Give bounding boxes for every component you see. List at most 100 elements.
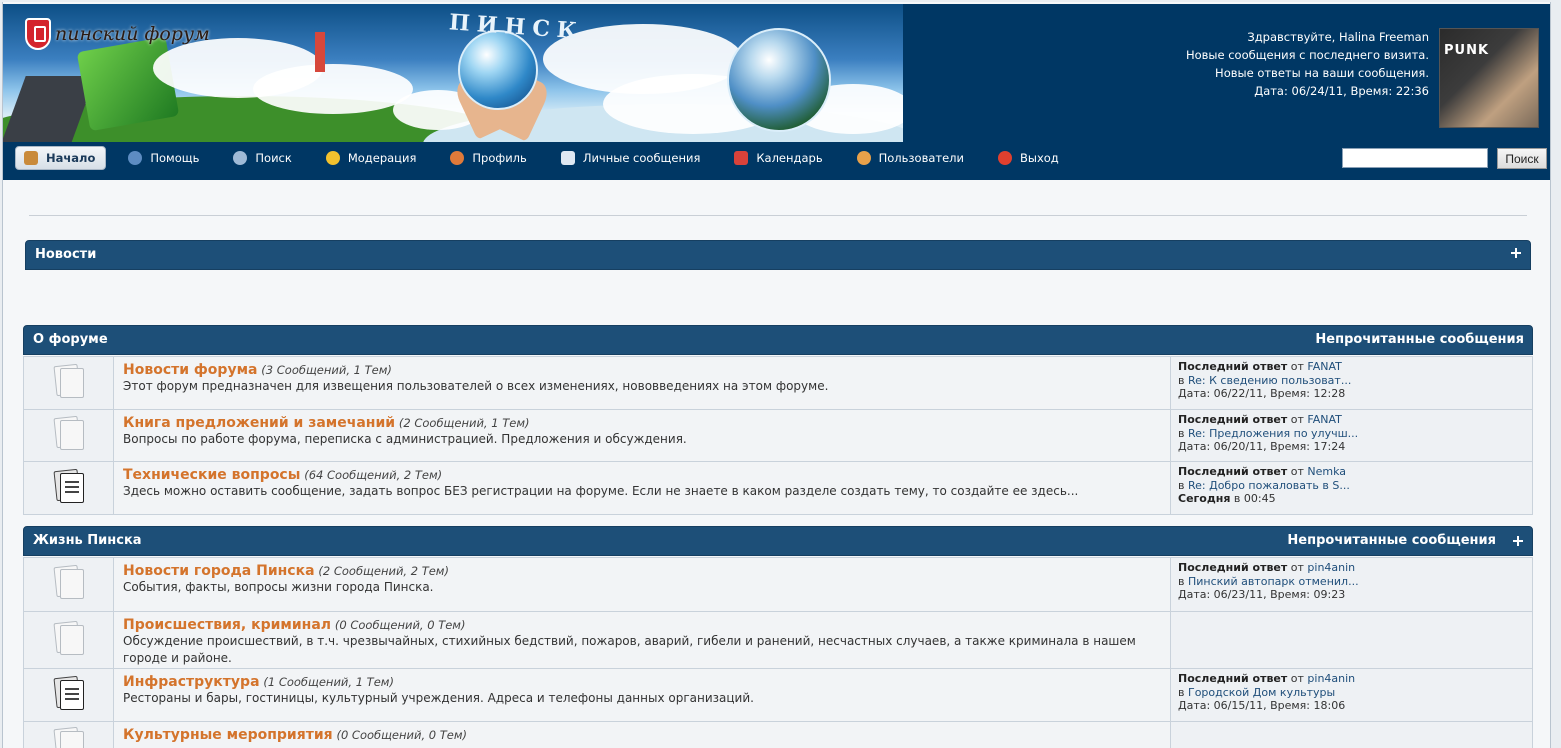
nav-item-mail[interactable]: Личные сообщения — [560, 146, 701, 170]
nav-item-search[interactable]: Поиск — [233, 146, 292, 170]
last-post-from: от — [1290, 561, 1304, 574]
last-post-in: в — [1178, 574, 1185, 588]
last-post-in: в — [1178, 426, 1185, 440]
nav-item-calendar[interactable]: Календарь — [734, 146, 823, 170]
board-name-link[interactable]: Книга предложений и замечаний — [123, 415, 395, 431]
board-stats: (64 Сообщений, 2 Тем) — [304, 468, 443, 482]
board-new-icon[interactable] — [52, 468, 85, 504]
category-title[interactable]: Жизнь Пинска — [33, 533, 142, 548]
board-new-icon[interactable] — [52, 675, 85, 711]
nav-item-label: Календарь — [756, 151, 823, 165]
last-post-date: в 00:45 — [1233, 492, 1276, 506]
search-input[interactable] — [1342, 148, 1488, 168]
nav-item-label: Модерация — [347, 151, 417, 165]
last-post-date: Дата: 06/22/11, Время: 12:28 — [1178, 387, 1346, 401]
last-post-topic-link[interactable]: Пинский автопарк отменил... — [1188, 575, 1359, 588]
board-info: Новости города Пинска (2 Сообщений, 2 Те… — [113, 557, 1171, 612]
nav-item-home[interactable]: Начало — [15, 146, 107, 170]
board-read-icon[interactable] — [52, 726, 85, 748]
board-stats: (0 Сообщений, 0 Тем) — [336, 728, 468, 742]
page: ПИНСК пинский форум Здравствуйте, Halina… — [2, 2, 1551, 748]
board-icon-cell — [23, 356, 114, 410]
last-post-from: от — [1290, 360, 1304, 373]
nav-item-star[interactable]: Модерация — [325, 146, 417, 170]
board-name-link[interactable]: Происшествия, криминал — [123, 617, 331, 633]
earth-globe-icon — [727, 28, 831, 132]
nav-item-label: Профиль — [472, 151, 527, 165]
board-name-link[interactable]: Культурные мероприятия — [123, 727, 333, 743]
last-post-author-link[interactable]: pin4anin — [1307, 672, 1355, 685]
nav-item-label: Поиск — [255, 151, 292, 165]
last-post-from: от — [1290, 672, 1304, 685]
collapse-icon[interactable] — [1512, 535, 1524, 547]
nav-item-label: Начало — [46, 151, 96, 165]
board-info: Книга предложений и замечаний (2 Сообщен… — [113, 409, 1171, 462]
category-header: О форуме Непрочитанные сообщения — [23, 325, 1533, 355]
unread-posts-link[interactable]: Непрочитанные сообщения — [1315, 332, 1524, 347]
last-post-cell: Последний ответ от pin4anin в Пинский авт… — [1170, 557, 1533, 612]
nav-item-logout[interactable]: Выход — [998, 146, 1059, 170]
board-name-link[interactable]: Новости города Пинска — [123, 563, 315, 579]
board-info: Новости форума (3 Сообщений, 1 Тем) Этот … — [113, 356, 1171, 410]
last-post-cell: Последний ответ от FANAT в Re: Предложени… — [1170, 409, 1533, 462]
last-post-author-link[interactable]: Nemka — [1307, 465, 1346, 478]
board-read-icon[interactable] — [52, 415, 85, 451]
last-post-label: Последний ответ — [1178, 672, 1288, 685]
board-info: Культурные мероприятия (0 Сообщений, 0 Т… — [113, 721, 1171, 748]
help-icon — [128, 151, 143, 165]
site-logo[interactable]: пинский форум — [25, 18, 210, 50]
board-row: Культурные мероприятия (0 Сообщений, 0 Т… — [23, 721, 1533, 748]
search-icon — [233, 151, 248, 165]
avatar[interactable]: PUNK — [1439, 28, 1539, 128]
news-title: Новости — [35, 247, 97, 262]
last-post-author-link[interactable]: FANAT — [1307, 360, 1341, 373]
nav-item-help[interactable]: Помощь — [128, 146, 199, 170]
last-post-topic-link[interactable]: Городской Дом культуры — [1188, 686, 1335, 699]
board-description: Вопросы по работе форума, переписка с ад… — [123, 432, 687, 446]
board-read-icon[interactable] — [52, 620, 85, 656]
board-row: Технические вопросы (64 Сообщений, 2 Тем… — [23, 461, 1533, 515]
main-nav: Начало Помощь Поиск Модерация Профиль Личные … — [3, 142, 1550, 180]
search-button[interactable]: Поиск — [1497, 148, 1547, 169]
last-post-cell — [1170, 721, 1533, 748]
logout-icon — [998, 151, 1012, 165]
current-datetime: Дата: 06/24/11, Время: 22:36 — [1254, 84, 1429, 98]
board-row: Книга предложений и замечаний (2 Сообщен… — [23, 409, 1533, 462]
news-header: Новости — [25, 240, 1531, 270]
last-post-cell: Последний ответ от Nemka в Re: Добро пожа… — [1170, 461, 1533, 515]
last-post-topic-link[interactable]: Re: К сведению пользоват... — [1188, 374, 1351, 387]
new-since-visit-link[interactable]: Новые сообщения с последнего визита. — [1186, 46, 1429, 64]
board-name-link[interactable]: Новости форума — [123, 362, 257, 378]
board-info: Технические вопросы (64 Сообщений, 2 Тем… — [113, 461, 1171, 515]
last-post-in: в — [1178, 478, 1185, 492]
nav-item-users[interactable]: Пользователи — [856, 146, 964, 170]
nav-item-label: Пользователи — [878, 151, 964, 165]
unread-posts-link[interactable]: Непрочитанные сообщения — [1287, 533, 1496, 548]
banner-city-name: ПИНСК — [448, 9, 585, 45]
board-read-icon[interactable] — [52, 564, 85, 600]
greeting: Здравствуйте, Halina Freeman — [1247, 30, 1429, 44]
board-stats: (2 Сообщений, 1 Тем) — [398, 416, 530, 430]
last-post-author-link[interactable]: pin4anin — [1307, 561, 1355, 574]
board-name-link[interactable]: Инфраструктура — [123, 674, 260, 690]
nav-item-label: Личные сообщения — [582, 151, 701, 165]
category-title[interactable]: О форуме — [33, 332, 108, 347]
board-stats: (2 Сообщений, 2 Тем) — [318, 564, 449, 578]
last-post-date: Дата: 06/20/11, Время: 17:24 — [1178, 440, 1346, 454]
board-row: Происшествия, криминал (0 Сообщений, 0 Т… — [23, 611, 1533, 669]
last-post-topic-link[interactable]: Re: Добро пожаловать в S... — [1188, 479, 1350, 492]
board-name-link[interactable]: Технические вопросы — [123, 467, 300, 483]
last-post-author-link[interactable]: FANAT — [1307, 413, 1341, 426]
collapse-icon[interactable] — [1510, 247, 1522, 259]
board-icon-cell — [23, 557, 114, 612]
board-read-icon[interactable] — [52, 363, 85, 399]
board-description: Здесь можно оставить сообщение, задать в… — [123, 484, 1079, 498]
last-post-in: в — [1178, 373, 1185, 387]
new-replies-link[interactable]: Новые ответы на ваши сообщения. — [1186, 64, 1429, 82]
board-icon-cell — [23, 409, 114, 462]
last-post-date: Дата: 06/23/11, Время: 09:23 — [1178, 588, 1346, 602]
last-post-topic-link[interactable]: Re: Предложения по улучш... — [1188, 427, 1358, 440]
nav-item-profile[interactable]: Профиль — [450, 146, 527, 170]
last-post-cell: Последний ответ от pin4anin в Городской Д… — [1170, 668, 1533, 722]
board-stats: (0 Сообщений, 0 Тем) — [334, 618, 466, 632]
